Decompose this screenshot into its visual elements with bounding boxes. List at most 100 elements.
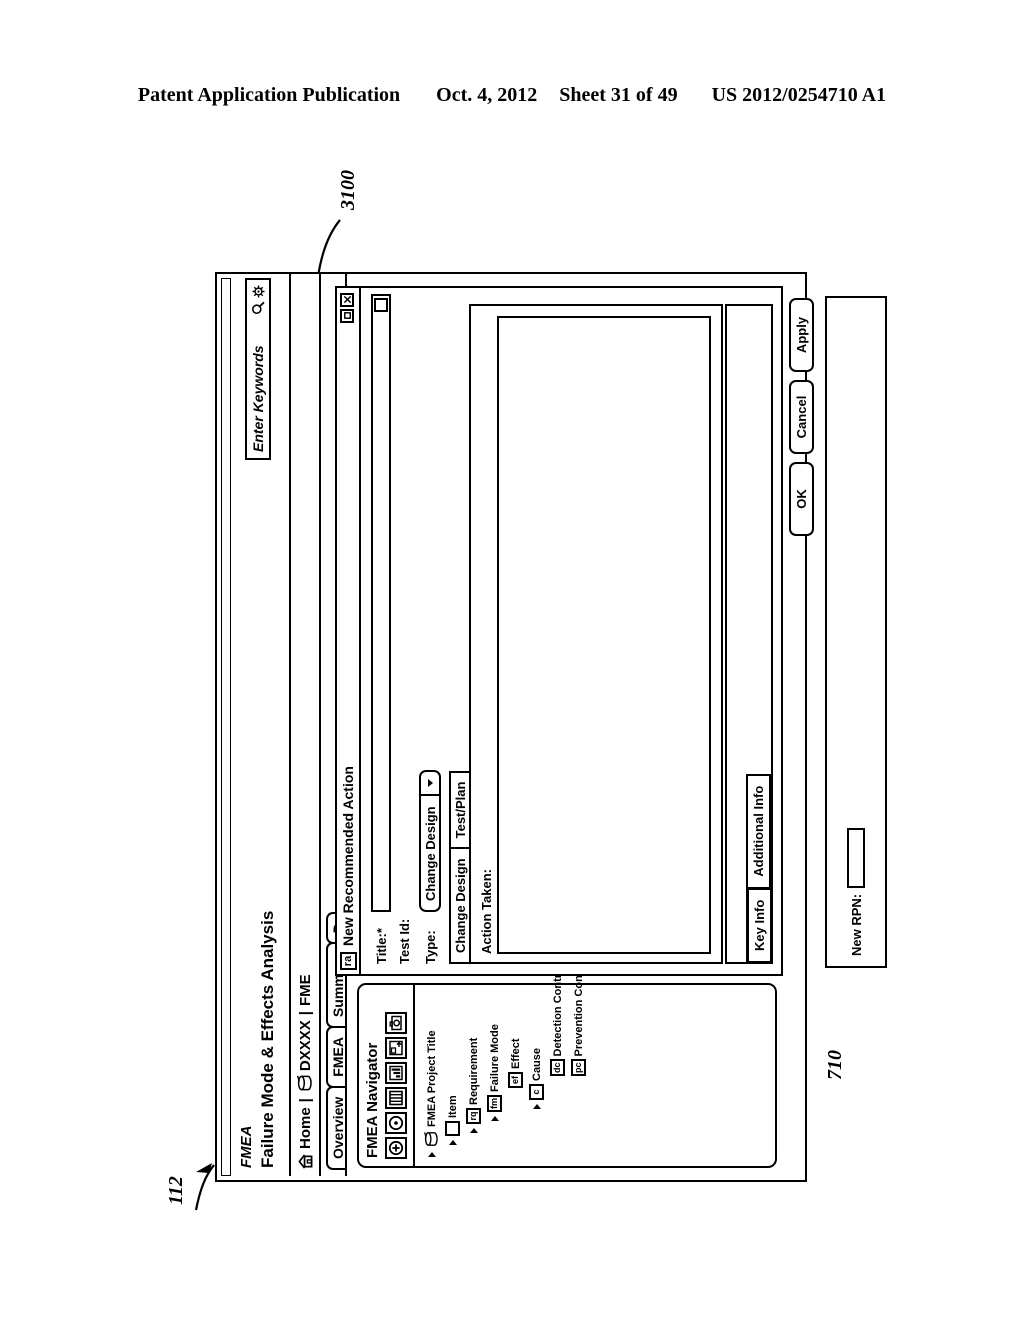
cube-icon bbox=[424, 1132, 438, 1146]
tree-item-item[interactable]: Item bbox=[442, 989, 463, 1160]
effect-badge: ef bbox=[508, 1072, 523, 1088]
tree-item-effect[interactable]: ef Effect bbox=[505, 989, 526, 1160]
app-brand-subtitle: Failure Mode & Effects Analysis bbox=[258, 910, 277, 1168]
dialog-title: New Recommended Action bbox=[340, 766, 356, 946]
new-rpn-label: New RPN: bbox=[848, 893, 864, 956]
main-content-area: FMEA Navigator FMEA Project Title Item r… bbox=[335, 272, 887, 1176]
twisty-icon[interactable] bbox=[468, 1125, 479, 1136]
type-dropdown[interactable]: Change Design bbox=[419, 770, 441, 912]
tree-item-detection-control[interactable]: dc Detection Control bbox=[547, 964, 568, 1160]
cancel-button[interactable]: Cancel bbox=[789, 380, 814, 454]
dialog-type-badge: ra bbox=[339, 952, 357, 970]
tree-item-project[interactable]: FMEA Project Title bbox=[421, 989, 442, 1160]
twisty-icon[interactable] bbox=[531, 1101, 542, 1112]
action-taken-label: Action Taken: bbox=[479, 869, 494, 954]
type-label: Type: bbox=[422, 930, 438, 964]
search-icon[interactable] bbox=[251, 301, 265, 315]
navigator-header: FMEA Navigator bbox=[359, 985, 415, 1166]
twisty-icon[interactable] bbox=[489, 1113, 500, 1124]
new-recommended-action-dialog: ra New Recommended Action Title:* Test I… bbox=[335, 286, 783, 976]
prevention-control-badge: pc bbox=[571, 1059, 586, 1076]
tree-item-cause[interactable]: c Cause bbox=[526, 989, 547, 1160]
breadcrumb: Home | DXXXX | FME bbox=[291, 272, 321, 1176]
dialog-body: Title:* Test Id: Type: Change Design Cha… bbox=[361, 288, 781, 974]
dialog-inner-tab-strip: Change Design Test/Plan bbox=[449, 770, 470, 964]
apply-button[interactable]: Apply bbox=[789, 298, 814, 372]
title-lookup-checkbox[interactable] bbox=[374, 298, 388, 312]
patent-sheet: Sheet 31 of 49 bbox=[559, 84, 678, 106]
cube-icon bbox=[297, 1075, 312, 1091]
cause-badge: c bbox=[529, 1084, 544, 1100]
tab-overview[interactable]: Overview bbox=[326, 1085, 347, 1170]
remove-circle-icon[interactable] bbox=[385, 1112, 407, 1134]
chart-icon[interactable] bbox=[385, 1062, 407, 1084]
tab-additional-info[interactable]: Additional Info bbox=[746, 773, 771, 889]
add-circle-icon[interactable] bbox=[385, 1137, 407, 1159]
search-box[interactable]: Enter Keywords bbox=[245, 278, 271, 460]
breadcrumb-project[interactable]: DXXXX bbox=[297, 1020, 314, 1071]
item-badge bbox=[445, 1121, 460, 1136]
tree-item-requirement[interactable]: rq Requirement bbox=[463, 989, 484, 1160]
twisty-icon[interactable] bbox=[447, 1137, 458, 1148]
test-id-label: Test Id: bbox=[397, 918, 412, 964]
fmea-tree: FMEA Project Title Item rq Requirement f… bbox=[421, 957, 771, 1160]
twisty-icon[interactable] bbox=[426, 1149, 437, 1160]
tab-change-design[interactable]: Change Design bbox=[449, 847, 470, 964]
test-id-field-row: Test Id: bbox=[397, 294, 412, 964]
new-rpn-panel: New RPN: bbox=[825, 296, 887, 968]
tree-item-label: Detection Control bbox=[551, 964, 564, 1057]
app-header: FMEA Failure Mode & Effects Analysis Ent… bbox=[235, 272, 291, 1176]
tab-key-info[interactable]: Key Info bbox=[746, 886, 773, 964]
navigator-toolbar bbox=[385, 1012, 407, 1159]
breadcrumb-home-label: Home bbox=[296, 1107, 314, 1149]
home-icon bbox=[297, 1154, 312, 1169]
breadcrumb-separator-1: | bbox=[296, 1098, 314, 1103]
ok-button[interactable]: OK bbox=[789, 462, 814, 536]
search-input[interactable]: Enter Keywords bbox=[250, 315, 266, 458]
title-field-row: Title:* bbox=[371, 294, 391, 964]
patent-number: US 2012/0254710 A1 bbox=[711, 84, 887, 106]
title-label: Title:* bbox=[373, 928, 389, 964]
reference-numeral-3100: 3100 bbox=[337, 170, 359, 210]
new-rpn-input[interactable] bbox=[847, 827, 865, 888]
export-icon[interactable] bbox=[385, 1037, 407, 1059]
tree-item-label: FMEA Project Title bbox=[425, 1030, 438, 1127]
patent-publication-text: Patent Application Publication bbox=[137, 84, 401, 106]
dialog-footer: OK Cancel Apply New RPN: bbox=[785, 286, 901, 976]
tree-item-label: Cause bbox=[530, 1047, 543, 1081]
tab-fmea[interactable]: FMEA bbox=[326, 1026, 347, 1088]
title-input[interactable] bbox=[371, 294, 391, 912]
navigator-title: FMEA Navigator bbox=[364, 1042, 381, 1158]
tree-item-failure-mode[interactable]: fm Failure Mode bbox=[484, 989, 505, 1160]
gear-icon[interactable] bbox=[251, 285, 265, 298]
fmea-navigator-panel: FMEA Navigator FMEA Project Title Item r… bbox=[357, 957, 777, 1168]
app-brand-title: FMEA bbox=[238, 1125, 255, 1169]
camera-icon[interactable] bbox=[385, 1012, 407, 1034]
columns-icon[interactable] bbox=[385, 1087, 407, 1109]
type-dropdown-value: Change Design bbox=[423, 806, 438, 901]
dialog-title-bar: ra New Recommended Action bbox=[337, 288, 361, 974]
breadcrumb-separator-2: | bbox=[296, 1011, 314, 1016]
minimize-icon[interactable] bbox=[340, 309, 354, 323]
dialog-button-row: OK Cancel Apply bbox=[789, 298, 814, 536]
tree-item-label: Failure Mode bbox=[488, 1024, 501, 1092]
tree-item-label: Requirement bbox=[467, 1037, 480, 1105]
reference-numeral-112: 112 bbox=[165, 1176, 187, 1205]
close-icon[interactable] bbox=[340, 293, 354, 307]
tab-test-plan[interactable]: Test/Plan bbox=[449, 770, 470, 850]
failure-mode-badge: fm bbox=[487, 1095, 502, 1112]
detection-control-badge: dc bbox=[550, 1059, 565, 1076]
chevron-down-icon[interactable] bbox=[421, 772, 439, 797]
application-window: FMEA Failure Mode & Effects Analysis Ent… bbox=[215, 272, 887, 1182]
window-title-strip bbox=[221, 278, 231, 1176]
patent-page-header: Patent Application Publication Oct. 4, 20… bbox=[0, 84, 1024, 107]
action-taken-textarea[interactable] bbox=[497, 316, 711, 954]
reference-numeral-710: 710 bbox=[824, 1050, 846, 1080]
type-field-row: Type: Change Design bbox=[419, 564, 441, 964]
breadcrumb-home[interactable]: Home bbox=[297, 1107, 314, 1170]
tree-item-label: Effect bbox=[509, 1038, 522, 1069]
info-tab-strip: Key Info Additional Info bbox=[746, 773, 773, 964]
figure-screenshot-stage: FMEA Failure Mode & Effects Analysis Ent… bbox=[215, 272, 887, 1182]
tree-item-label: Item bbox=[446, 1095, 459, 1118]
tree-item-prevention-control[interactable]: pc Prevention Control bbox=[568, 957, 589, 1160]
